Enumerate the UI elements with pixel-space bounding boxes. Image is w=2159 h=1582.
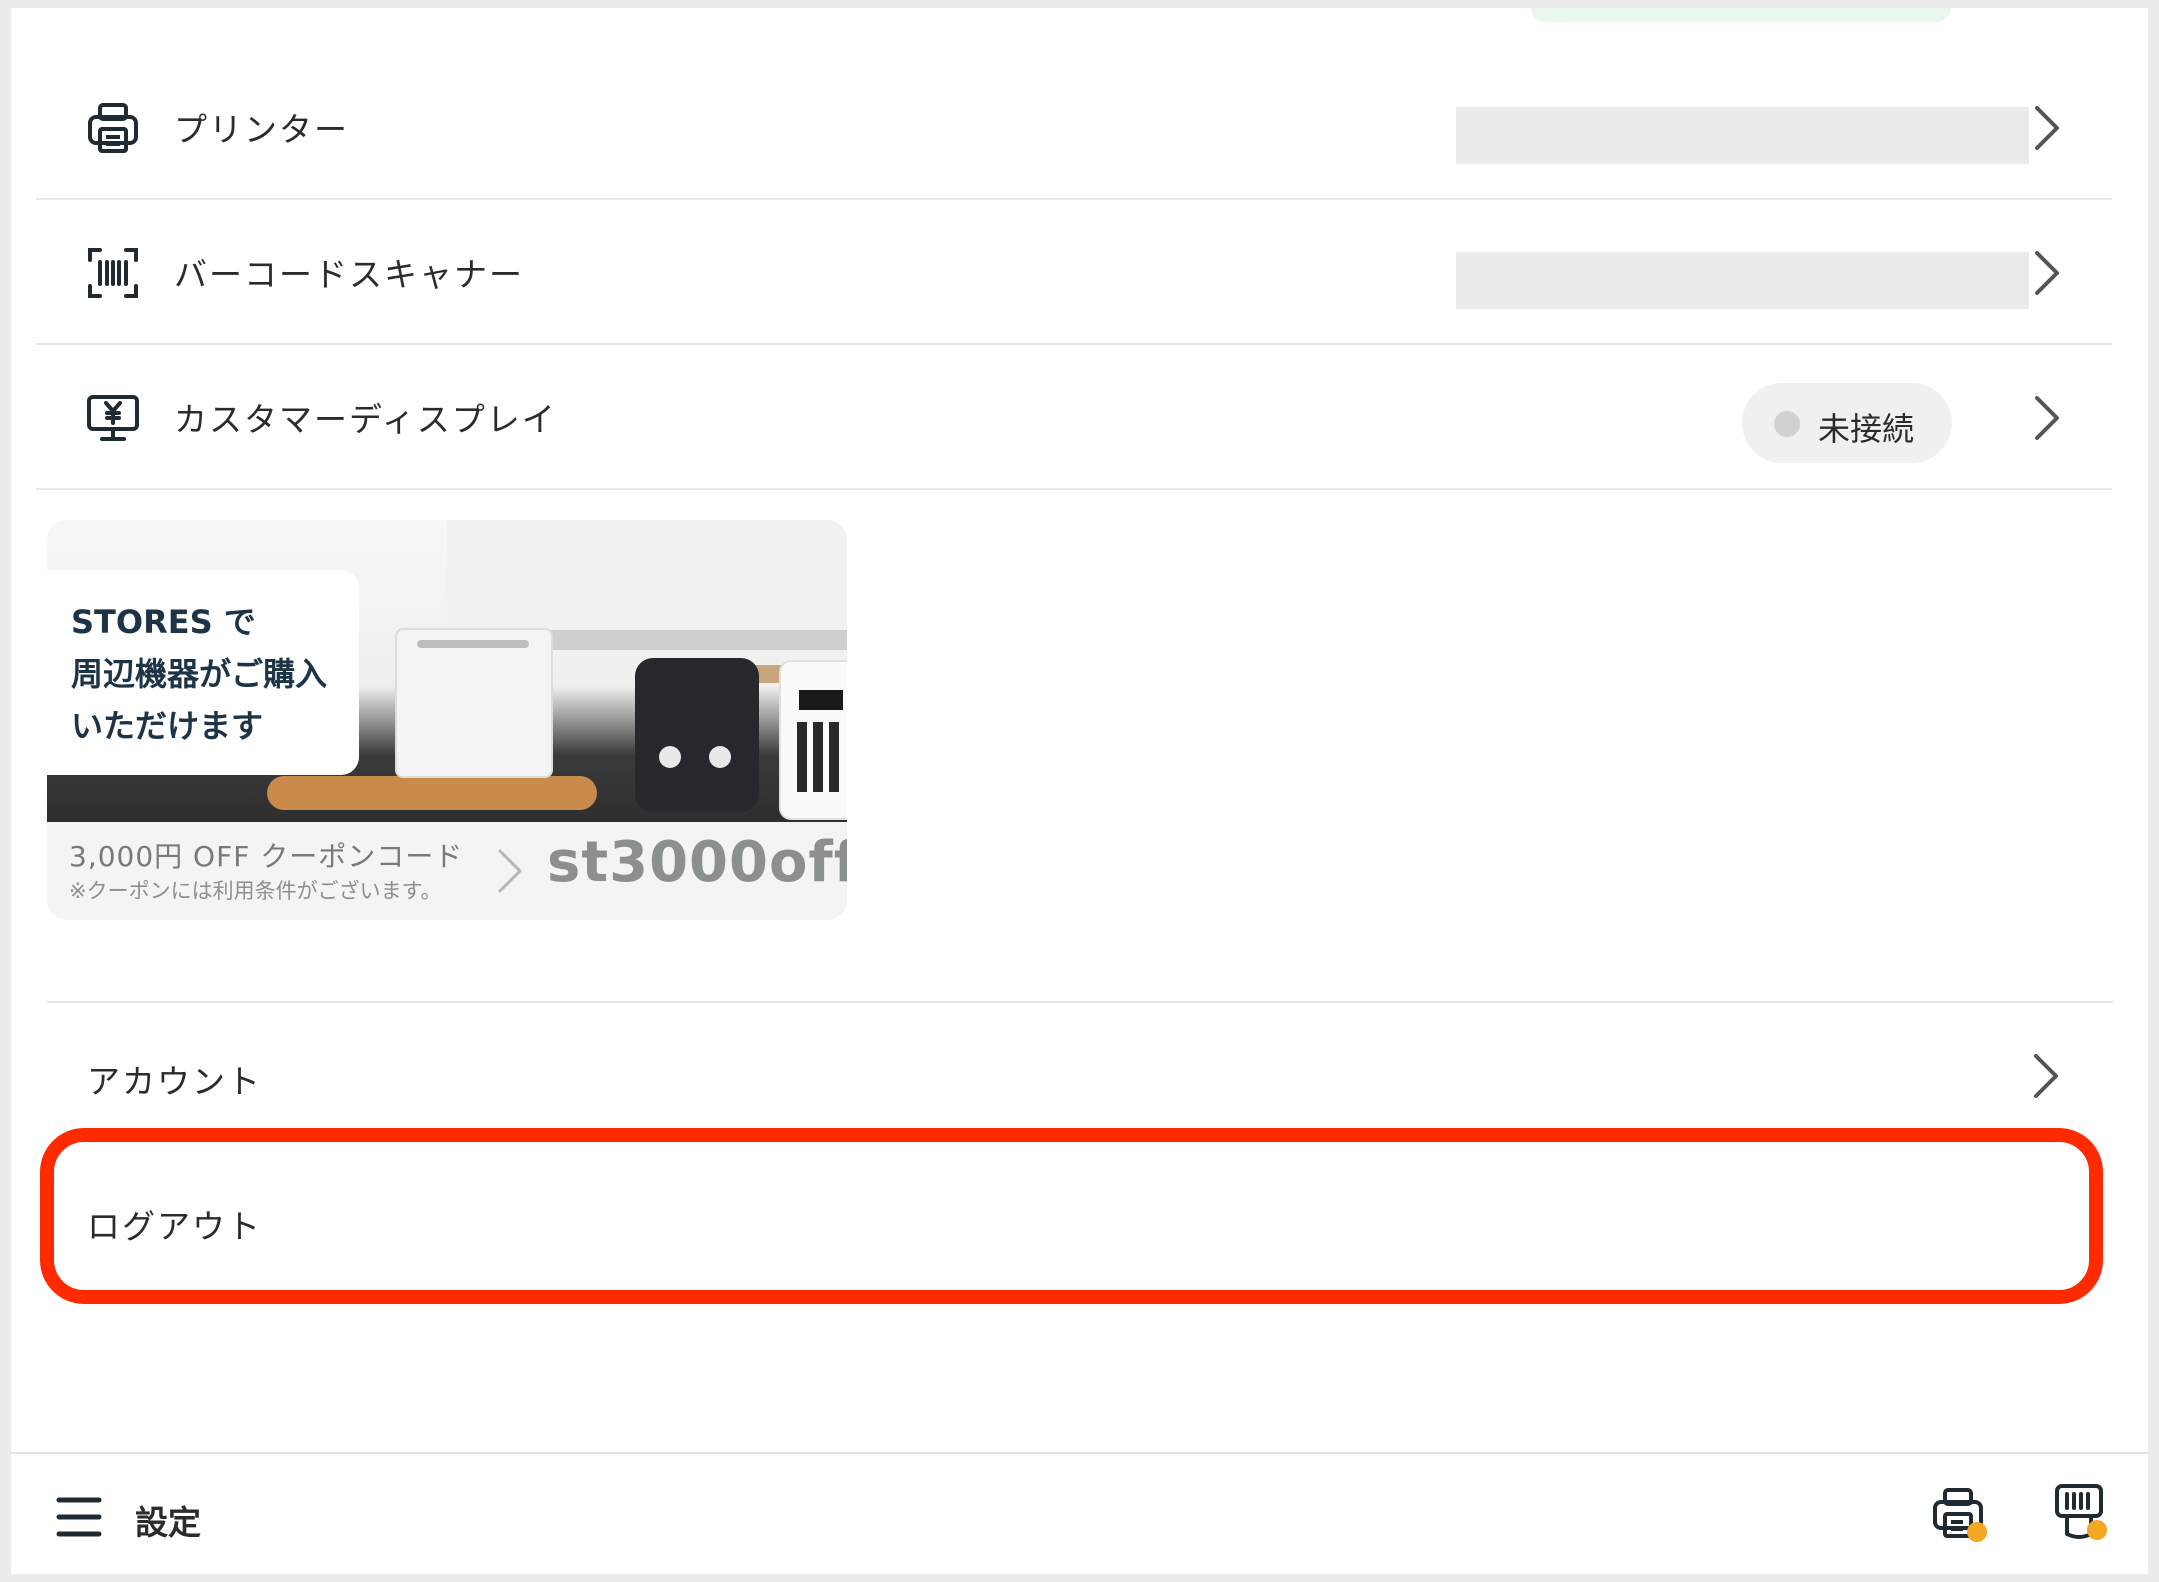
device-label: カスタマーディスプレイ <box>174 400 557 439</box>
mobile-printer-button <box>709 746 731 768</box>
coupon-code: st3000off <box>547 830 847 895</box>
hamburger-menu-icon[interactable] <box>56 1496 102 1538</box>
chevron-right-icon <box>2032 248 2062 298</box>
bottom-bar: 設定 <box>11 1452 2148 1574</box>
mobile-printer-button <box>659 746 681 768</box>
status-dot <box>1774 411 1800 437</box>
peripheral-store-banner[interactable]: STORES で 周辺機器がご購入 いただけます 3,000円 OFF クーポン… <box>47 520 847 920</box>
banner-headline: STORES で 周辺機器がご購入 いただけます <box>71 596 371 752</box>
banner-headline-line: STORES で <box>71 603 256 641</box>
account-label: アカウント <box>87 1062 262 1101</box>
account-row[interactable]: アカウント <box>47 1003 2113 1148</box>
chevron-right-icon <box>2032 393 2062 443</box>
device-label: バーコードスキャナー <box>174 255 524 294</box>
logout-highlight-box <box>40 1128 2103 1304</box>
redacted-status <box>1456 107 2029 164</box>
top-status-strip <box>1531 8 1951 22</box>
chevron-right-icon <box>495 846 525 896</box>
coupon-note: ※クーポンには利用条件がございます。 <box>69 879 442 903</box>
device-label: プリンター <box>174 110 349 149</box>
page-title: 設定 <box>135 1503 201 1542</box>
coupon-text: 3,000円 OFF クーポンコード <box>69 840 464 873</box>
device-row-printer[interactable]: プリンター <box>36 55 2112 200</box>
banner-photo-tray <box>267 776 597 810</box>
chevron-right-icon <box>2031 1051 2061 1101</box>
printer-slot <box>417 640 529 648</box>
customer-display-icon <box>86 391 140 445</box>
barcode-scanner-icon <box>86 246 140 300</box>
printer-status-icon[interactable] <box>1929 1484 1989 1544</box>
status-badge: 未接続 <box>1742 383 1952 463</box>
printer-icon <box>86 101 140 155</box>
warning-badge <box>2087 1520 2107 1540</box>
device-row-barcode-scanner[interactable]: バーコードスキャナー <box>36 200 2112 345</box>
banner-headline-line: いただけます <box>71 707 264 745</box>
terminal-status-icon[interactable] <box>2049 1482 2109 1542</box>
warning-badge <box>1967 1522 1987 1542</box>
redacted-status <box>1456 252 2029 309</box>
receipt-printer-image <box>395 628 553 778</box>
chevron-right-icon <box>2032 103 2062 153</box>
banner-headline-line: 周辺機器がご購入 <box>71 655 328 693</box>
status-text: 未接続 <box>1818 410 1915 448</box>
device-row-customer-display[interactable]: カスタマーディスプレイ 未接続 <box>36 345 2112 490</box>
terminal-keypad <box>797 722 845 792</box>
terminal-screen <box>799 690 843 710</box>
mobile-printer-image <box>635 658 759 812</box>
